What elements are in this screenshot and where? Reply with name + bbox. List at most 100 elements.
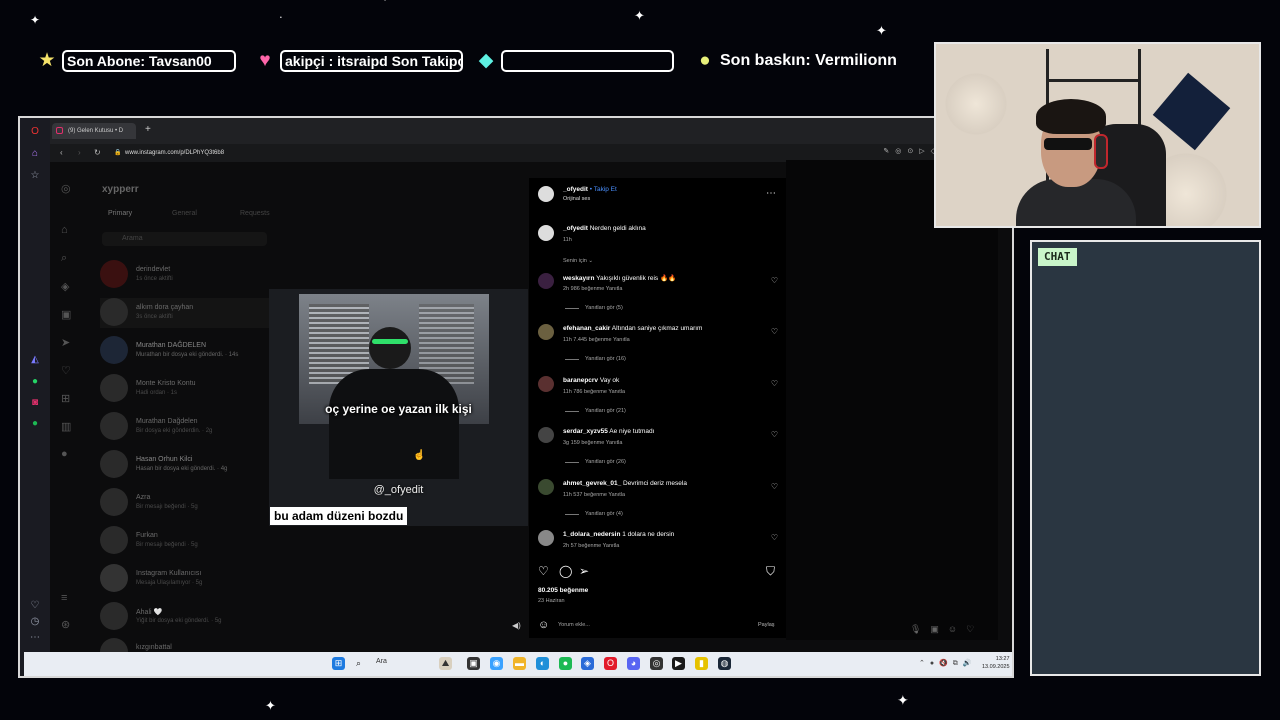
comment: 1_dolara_nedersin 1 dolara ne dersin	[563, 531, 674, 538]
task-view-icon[interactable]: ▣	[467, 657, 480, 670]
spotify-icon[interactable]: ●	[29, 418, 41, 430]
comment-input[interactable]: Yorum ekle...	[558, 622, 590, 628]
post-author[interactable]: _ofyedit	[563, 186, 588, 193]
list-item[interactable]: Murathan DAĞDELEN Murathan bir dosya eki …	[100, 336, 270, 366]
create-icon[interactable]: ⊞	[61, 392, 70, 405]
back-icon[interactable]: ‹	[60, 147, 63, 159]
app-icon[interactable]: ◈	[581, 657, 594, 670]
list-item[interactable]: Azra Bir mesajı beğendi · 5g	[100, 488, 270, 518]
new-tab-icon[interactable]: +	[145, 124, 151, 135]
share-button[interactable]: Paylaş	[758, 622, 775, 628]
menu-icon[interactable]: ≡	[61, 592, 67, 604]
comment-icon[interactable]: ◯	[559, 565, 572, 577]
instagram-icon[interactable]: ◙	[29, 397, 41, 409]
browser-tab[interactable]: (9) Gelen Kutusu • D	[52, 123, 136, 139]
like-comment-icon[interactable]: ♡	[771, 327, 778, 336]
system-tray[interactable]: ⌃●🔇⧉🔊	[919, 659, 977, 668]
like-comment-icon[interactable]: ♡	[771, 430, 778, 439]
like-icon[interactable]: ♡	[538, 565, 549, 577]
account-name[interactable]: xypperr	[102, 184, 139, 195]
follow-button[interactable]: • Takip Et	[590, 186, 617, 193]
more-options-icon[interactable]: ⋯	[766, 188, 776, 199]
dm-search-input[interactable]: Arama	[102, 232, 267, 246]
opera-icon[interactable]: O	[29, 126, 41, 138]
steam-icon[interactable]: ◍	[718, 657, 731, 670]
taskbar-clock[interactable]: 13:27 13.09.2025	[982, 655, 1010, 671]
conversation-preview: Mesaja Ulaşılamıyor · 5g	[136, 580, 203, 586]
comment-user[interactable]: weskayırn	[563, 275, 594, 282]
post-audio[interactable]: Orijinal ses	[563, 196, 590, 202]
whatsapp-icon[interactable]: ●	[29, 376, 41, 388]
opera-icon[interactable]: O	[604, 657, 617, 670]
comment-user[interactable]: serdar_xyzv55	[563, 428, 608, 435]
app-icon[interactable]: ▮	[695, 657, 708, 670]
like-comment-icon[interactable]: ♡	[771, 379, 778, 388]
list-item[interactable]: Furkan Bir mesajı beğendi · 5g	[100, 526, 270, 556]
home-icon[interactable]: ⌂	[61, 224, 68, 236]
list-item[interactable]: derindevlet 1s önce aktifti	[100, 260, 270, 290]
forward-icon[interactable]: ›	[78, 147, 81, 159]
more-icon[interactable]: ⋯	[29, 632, 41, 644]
taskbar-search[interactable]: Ara	[376, 658, 387, 665]
aria-icon[interactable]: ◭	[29, 354, 41, 366]
like-comment-icon[interactable]: ♡	[771, 276, 778, 285]
explore-icon[interactable]: ◈	[61, 280, 69, 293]
view-replies-link[interactable]: Yanıtları gör (16)	[585, 356, 626, 362]
profile-icon[interactable]: ●	[61, 448, 68, 460]
heart-icon[interactable]: ♡	[29, 600, 41, 612]
search-icon[interactable]: ⌕	[61, 252, 67, 265]
history-icon[interactable]: ◷	[29, 616, 41, 628]
comment-user[interactable]: baranepcrv	[563, 377, 598, 384]
save-icon[interactable]: ⛉	[766, 565, 775, 577]
folder-icon[interactable]: ▬	[513, 657, 526, 670]
reel-video[interactable]: oç yerine oe yazan ilk kişi @_ofyedit	[269, 289, 528, 526]
like-count[interactable]: 80.205 beğenme	[538, 587, 588, 594]
like-comment-icon[interactable]: ♡	[771, 533, 778, 542]
comment-user[interactable]: 1_dolara_nedersin	[563, 531, 620, 538]
spotify-icon[interactable]: ●	[559, 657, 572, 670]
notifications-icon[interactable]: ♡	[61, 364, 71, 377]
mute-icon[interactable]: ◀)	[512, 621, 521, 630]
reload-icon[interactable]: ↻	[94, 147, 101, 159]
messages-icon[interactable]: ➤	[61, 336, 70, 349]
view-replies-link[interactable]: Yanıtları gör (21)	[585, 408, 626, 414]
headset-icon	[1094, 134, 1108, 169]
comment-filter[interactable]: Senin için ⌄	[563, 258, 593, 264]
edge-icon[interactable]: ◐	[536, 657, 549, 670]
conversation-preview: Yiğit bir dosya eki gönderdi. · 5g	[136, 618, 222, 624]
browser-icon[interactable]: ◉	[490, 657, 503, 670]
comment-user[interactable]: ahmet_gevrek_01_	[563, 480, 621, 487]
widgets-icon[interactable]: ⛰	[439, 657, 452, 670]
comment-user[interactable]: efehanan_cakir	[563, 325, 610, 332]
url-input[interactable]: www.instagram.com/p/DLPhYQ3t6b8	[125, 147, 224, 159]
obs-icon[interactable]: ◎	[650, 657, 663, 670]
terminal-icon[interactable]: ▶	[672, 657, 685, 670]
tab-requests[interactable]: Requests	[240, 210, 270, 217]
tab-general[interactable]: General	[172, 210, 197, 217]
like-comment-icon[interactable]: ♡	[771, 482, 778, 491]
view-replies-link[interactable]: Yanıtları gör (26)	[585, 459, 626, 465]
caption-user[interactable]: _ofyedit	[563, 225, 588, 232]
home-icon[interactable]: ⌂	[29, 148, 41, 160]
star-icon[interactable]: ☆	[29, 170, 41, 182]
tab-primary[interactable]: Primary	[108, 210, 132, 217]
list-item[interactable]: Instagram Kullanıcısı Mesaja Ulaşılamıyor…	[100, 564, 270, 594]
search-icon[interactable]: ⌕	[352, 657, 365, 670]
share-icon[interactable]: ➢	[579, 565, 589, 577]
emoji-icon[interactable]: ☺	[538, 619, 549, 631]
list-item[interactable]: Hasan Orhun Kilci Hasan bir dosya eki gön…	[100, 450, 270, 480]
message-input-icons[interactable]: 🎙▣☺♡	[910, 624, 983, 635]
list-item[interactable]: alkım dora çayhan 3s önce aktifti	[100, 298, 270, 328]
discord-icon[interactable]: ◕	[627, 657, 640, 670]
list-item[interactable]: Monte Kristo Kontu Hadi ordan · 1s	[100, 374, 270, 404]
avatar	[538, 376, 554, 392]
instagram-logo-icon[interactable]: ◎	[61, 182, 71, 195]
view-replies-link[interactable]: Yanıtları gör (4)	[585, 511, 623, 517]
dashboard-icon[interactable]: ▥	[61, 420, 71, 433]
windows-start-icon[interactable]: ⊞	[332, 657, 345, 670]
list-item[interactable]: Murathan Dağdelen Bir dosya eki gönderdin…	[100, 412, 270, 442]
reels-icon[interactable]: ▣	[61, 308, 71, 321]
list-item[interactable]: Ahali 🤍 Yiğit bir dosya eki gönderdi. · 5…	[100, 602, 270, 632]
meta-icon[interactable]: ⊛	[61, 618, 70, 631]
view-replies-link[interactable]: Yanıtları gör (5)	[585, 305, 623, 311]
